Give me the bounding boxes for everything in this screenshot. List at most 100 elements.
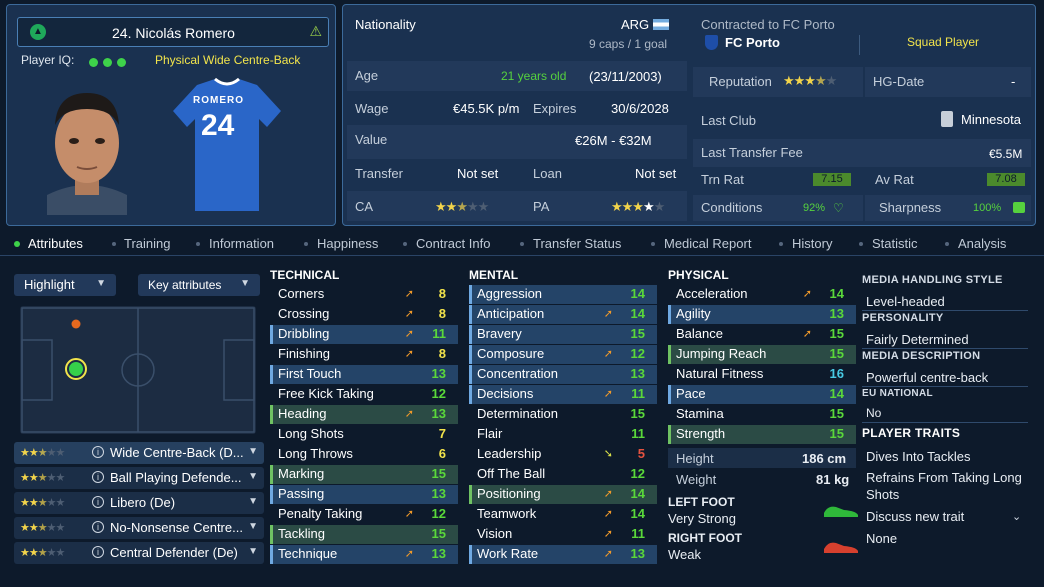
attribute-row[interactable]: Anticipation ➚ 14 [469,305,657,324]
tab-training[interactable]: Training [124,236,170,251]
attribute-value: 8 [438,286,446,301]
attribute-name: Dribbling [278,326,330,341]
chevron-down-icon[interactable]: ▼ [248,521,258,532]
trait-item[interactable]: Refrains From Taking Long Shots [866,469,1032,503]
mental-header: MENTAL [469,268,519,282]
player-name-box[interactable]: ▲ 24. Nicolás Romero ⚠ [17,17,329,47]
right-foot-value: Weak [668,547,701,562]
transfer-value[interactable]: Not set [457,166,498,181]
attribute-value: 15 [431,526,446,541]
attribute-row[interactable]: Determination 15 [469,405,657,424]
attribute-name: Long Throws [278,446,353,461]
attribute-row[interactable]: Flair 11 [469,425,657,444]
tab-statistic[interactable]: Statistic [872,236,918,251]
tab-bar: Attributes Training Information Happines… [0,232,1044,256]
chevron-down-icon[interactable]: ▼ [248,446,258,457]
tab-information[interactable]: Information [209,236,274,251]
attribute-row[interactable]: First Touch 13 [270,365,458,384]
info-icon[interactable]: i [92,546,104,558]
attribute-name: Decisions [477,386,534,401]
position-row[interactable]: ★★★★★ i Libero (De) ▼ [14,492,264,514]
attribute-row[interactable]: Crossing ➚ 8 [270,305,458,324]
trend-up-icon: ➚ [802,288,812,300]
shirt-number: 24 [201,109,235,142]
attribute-row[interactable]: Acceleration ➚ 14 [668,285,856,304]
info-icon[interactable]: i [92,496,104,508]
trait-item[interactable]: Dives Into Tackles [866,449,1036,464]
alt-position-marker[interactable] [71,319,81,329]
position-row[interactable]: ★★★★★ i Ball Playing Defende... ▼ [14,467,264,489]
attribute-row[interactable]: Long Throws 6 [270,445,458,464]
attribute-row[interactable]: Leadership ➘ 5 [469,445,657,464]
key-attributes-dropdown[interactable]: Key attributes ▼ [138,274,260,296]
attribute-row[interactable]: Technique ➚ 13 [270,545,458,564]
attribute-row[interactable]: Decisions ➚ 11 [469,385,657,404]
position-row[interactable]: ★★★★★ i No-Nonsense Centre... ▼ [14,517,264,539]
main-position-marker[interactable] [69,362,83,376]
attribute-row[interactable]: Vision ➚ 11 [469,525,657,544]
attribute-row[interactable]: Pace 14 [668,385,856,404]
tab-contract-info[interactable]: Contract Info [416,236,490,251]
trn-rat-label: Trn Rat [701,172,744,187]
info-icon[interactable]: i [92,521,104,533]
squad-status[interactable]: Squad Player [907,35,979,49]
last-club-value[interactable]: Minnesota [961,112,1021,127]
media-style-label: MEDIA HANDLING STYLE [862,274,1003,286]
discuss-trait-button[interactable]: Discuss new trait [866,509,1036,524]
last-fee-value: €5.5M [989,147,1023,161]
trend-up-icon: ➚ [404,308,414,320]
chevron-down-icon[interactable]: ▼ [248,471,258,482]
attribute-name: Teamwork [477,506,537,521]
trend-up-icon: ➚ [404,508,414,520]
attribute-row[interactable]: Concentration 13 [469,365,657,384]
info-icon[interactable]: i [92,446,104,458]
tab-medical-report[interactable]: Medical Report [664,236,751,251]
attribute-row[interactable]: Natural Fitness 16 [668,365,856,384]
player-info-card: Nationality ARG 9 caps / 1 goal Age 21 y… [342,4,1036,226]
attribute-row[interactable]: Aggression 14 [469,285,657,304]
tab-analysis[interactable]: Analysis [958,236,1006,251]
attribute-value: 6 [438,446,446,461]
attribute-row[interactable]: Teamwork ➚ 14 [469,505,657,524]
attribute-row[interactable]: Bravery 15 [469,325,657,344]
attribute-row[interactable]: Strength 15 [668,425,856,444]
highlight-dropdown[interactable]: Highlight ▼ [14,274,116,296]
tab-attributes[interactable]: Attributes [14,236,83,251]
nationality-value[interactable]: ARG [621,17,649,32]
tab-happiness[interactable]: Happiness [317,236,378,251]
attribute-row[interactable]: Balance ➚ 15 [668,325,856,344]
chevron-down-icon[interactable]: ▼ [248,546,258,557]
attribute-row[interactable]: Corners ➚ 8 [270,285,458,304]
attribute-name: Leadership [477,446,542,461]
club-name[interactable]: FC Porto [725,35,780,50]
tab-history[interactable]: History [792,236,832,251]
attribute-row[interactable]: Composure ➚ 12 [469,345,657,364]
expires-label: Expires [533,101,577,116]
position-row[interactable]: ★★★★★ i Wide Centre-Back (D... ▼ [14,442,264,464]
attribute-name: Vision [477,526,513,541]
attribute-row[interactable]: Positioning ➚ 14 [469,485,657,504]
chevron-down-icon[interactable]: ⌄ [1012,510,1021,523]
chevron-down-icon[interactable]: ▼ [248,496,258,507]
tab-transfer-status[interactable]: Transfer Status [533,236,621,251]
attribute-name: Acceleration [676,286,748,301]
attribute-row[interactable]: Agility 13 [668,305,856,324]
attribute-row[interactable]: Jumping Reach 15 [668,345,856,364]
position-row[interactable]: ★★★★★ i Central Defender (De) ▼ [14,542,264,564]
attribute-row[interactable]: Heading ➚ 13 [270,405,458,424]
attribute-row[interactable]: Off The Ball 12 [469,465,657,484]
attribute-row[interactable]: Finishing ➚ 8 [270,345,458,364]
warning-icon[interactable]: ⚠ [309,23,322,40]
attribute-row[interactable]: Dribbling ➚ 11 [270,325,458,344]
info-icon[interactable]: i [92,471,104,483]
trend-up-icon: ➚ [603,548,613,560]
attribute-row[interactable]: Work Rate ➚ 13 [469,545,657,564]
attribute-row[interactable]: Tackling 15 [270,525,458,544]
attribute-row[interactable]: Free Kick Taking 12 [270,385,458,404]
attribute-row[interactable]: Stamina 15 [668,405,856,424]
attribute-row[interactable]: Long Shots 7 [270,425,458,444]
loan-value[interactable]: Not set [635,166,676,181]
attribute-row[interactable]: Passing 13 [270,485,458,504]
attribute-row[interactable]: Penalty Taking ➚ 12 [270,505,458,524]
attribute-row[interactable]: Marking 15 [270,465,458,484]
